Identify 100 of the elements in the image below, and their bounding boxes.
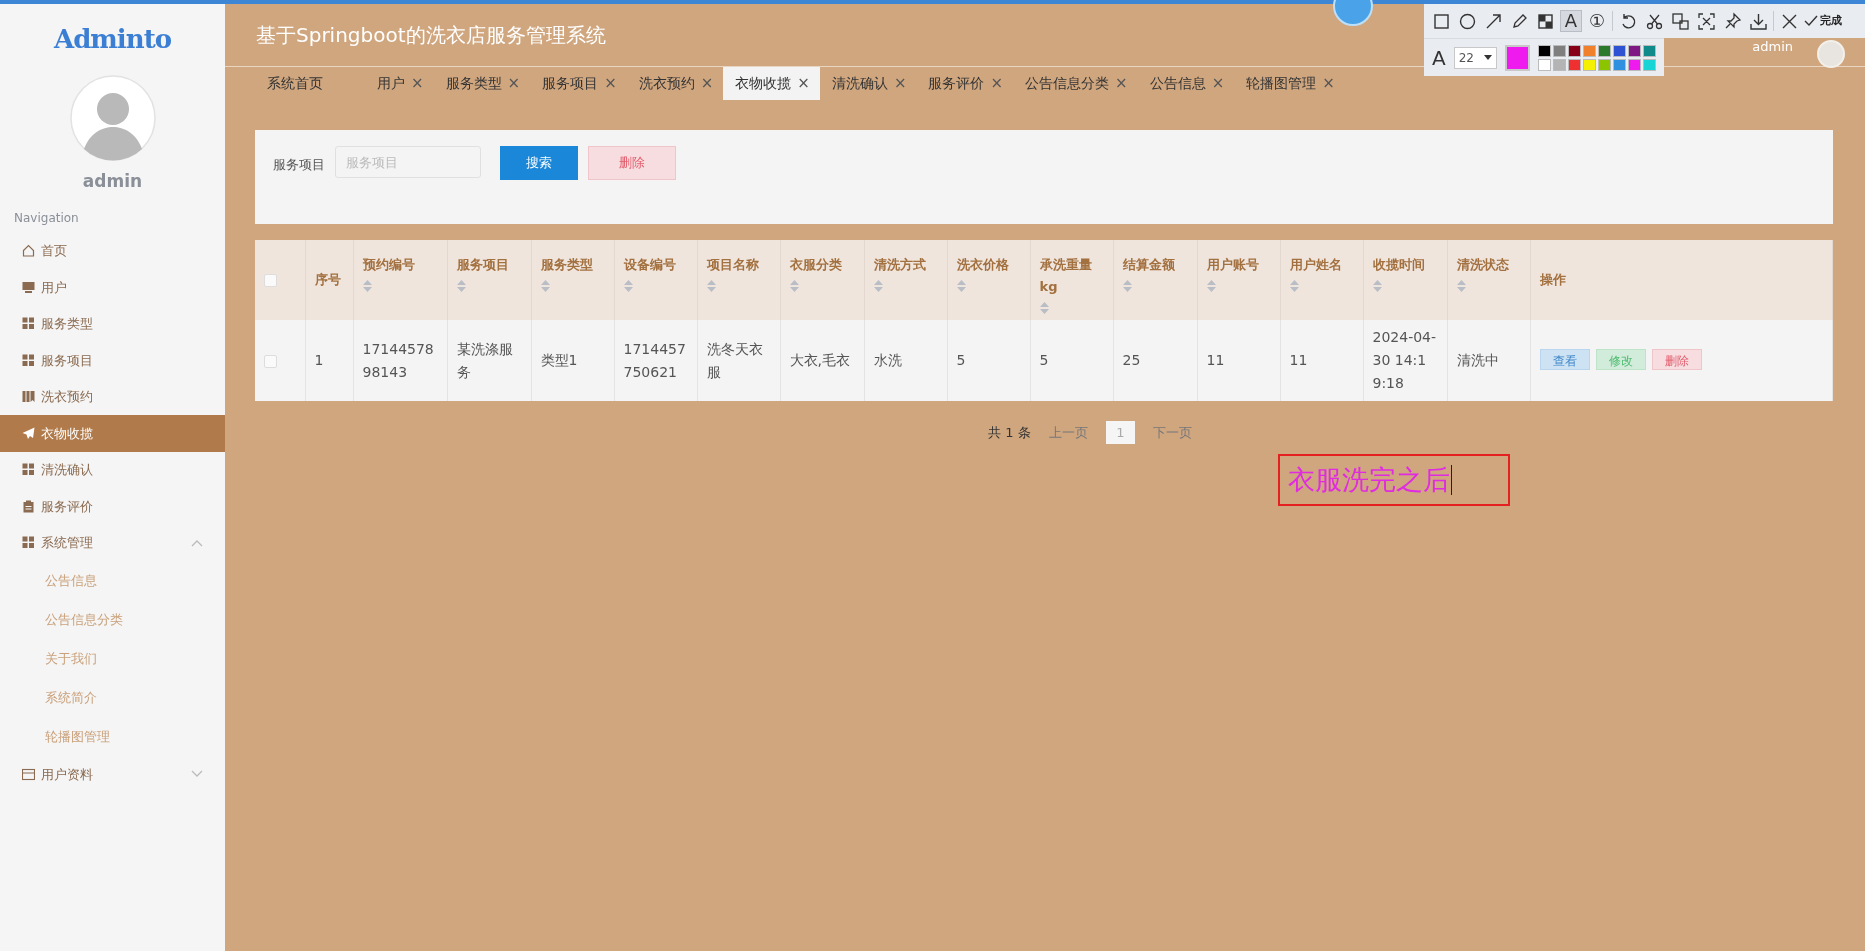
tab[interactable]: 衣物收揽 × — [723, 67, 820, 100]
home-icon — [22, 244, 35, 258]
square-icon — [1431, 11, 1451, 31]
tab[interactable]: 用户 × — [365, 67, 434, 100]
column-header: 衣服分类 — [789, 257, 842, 272]
color-swatch[interactable] — [1628, 44, 1641, 57]
tab[interactable]: 公告信息 × — [1137, 67, 1235, 100]
color-swatch[interactable] — [1628, 58, 1641, 71]
table-cell: 5 — [1039, 352, 1049, 368]
avatar — [1817, 40, 1845, 68]
sidebar-item[interactable]: 系统管理 — [0, 524, 225, 561]
color-swatch[interactable] — [1643, 44, 1656, 57]
close-icon[interactable]: × — [1211, 72, 1225, 95]
sidebar-item[interactable]: 服务类型 — [0, 305, 225, 342]
sidebar-item[interactable]: 服务评价 — [0, 488, 225, 525]
font-size-select[interactable]: 22 — [1453, 46, 1497, 69]
logo-text: Adminto — [54, 24, 171, 54]
number-tool[interactable]: ① — [1586, 10, 1608, 32]
close-icon[interactable]: × — [1322, 72, 1335, 95]
sidebar-item[interactable]: 衣物收揽 — [0, 415, 225, 452]
column-header: 预约编号 — [362, 257, 415, 272]
column-header: 承洗重量kg — [1039, 257, 1092, 294]
color-swatch[interactable] — [1568, 44, 1581, 57]
table-cell: 1 — [314, 352, 324, 368]
tab[interactable]: 公告信息分类 × — [1013, 67, 1138, 100]
font-size-label: A — [1432, 44, 1446, 72]
sidebar-item[interactable]: 洗衣预约 — [0, 378, 225, 415]
close-icon[interactable]: × — [1115, 72, 1128, 95]
tab[interactable]: 服务评价 × — [916, 67, 1014, 100]
monitor-icon — [22, 280, 35, 294]
table-cell: 清洗中 — [1456, 352, 1499, 368]
column-header: 结算金额 — [1122, 257, 1175, 272]
total-count: 共 1 条 — [988, 423, 1031, 442]
search-button[interactable]: 搜索 — [500, 146, 578, 180]
table-cell: 水洗 — [873, 352, 902, 368]
table-cell: 大衣,毛衣 — [789, 352, 850, 368]
close-icon[interactable]: × — [990, 72, 1004, 95]
sidebar-item[interactable]: 清洗确认 — [0, 451, 225, 488]
caret-icon — [1483, 55, 1492, 60]
view-button[interactable]: 查看 — [1539, 349, 1590, 370]
book-icon — [22, 390, 35, 404]
grid-icon — [22, 317, 35, 331]
text-cursor — [1451, 465, 1452, 495]
close-icon[interactable]: × — [507, 72, 521, 95]
sidebar-item[interactable]: 用户资料 — [0, 756, 225, 793]
column-header: 清洗方式 — [873, 257, 926, 272]
done-button[interactable]: 完成 — [1804, 12, 1842, 30]
close-icon[interactable]: × — [797, 72, 810, 95]
delete-button[interactable]: 删除 — [1651, 349, 1702, 370]
close-icon[interactable]: × — [700, 72, 714, 95]
grid-icon — [22, 463, 35, 477]
checkbox[interactable] — [264, 274, 277, 287]
table-cell: 1714457898143 — [362, 340, 434, 380]
color-swatch[interactable] — [1583, 44, 1596, 57]
expand-tool[interactable] — [1695, 10, 1717, 32]
delete-button[interactable]: 删除 — [588, 146, 676, 180]
color-swatch[interactable] — [1553, 58, 1566, 71]
table-cell: 11 — [1289, 352, 1308, 368]
tab[interactable]: 服务类型 × — [433, 67, 531, 100]
color-swatch[interactable] — [1643, 58, 1656, 71]
sidebar-item[interactable]: 首页 — [0, 232, 225, 269]
color-swatch[interactable] — [1613, 58, 1626, 71]
color-swatch[interactable] — [1583, 58, 1596, 71]
table-cell: 5 — [956, 352, 966, 368]
column-header: 序号 — [314, 272, 341, 287]
sidebar-item[interactable]: 用户 — [0, 269, 225, 306]
color-swatch[interactable] — [1568, 58, 1581, 71]
user-name: admin — [1752, 40, 1793, 54]
grid-icon — [22, 353, 35, 367]
close-icon[interactable]: × — [604, 72, 617, 95]
tab[interactable]: 轮播图管理 × — [1234, 67, 1345, 100]
color-swatch[interactable] — [1538, 44, 1551, 57]
color-swatch[interactable] — [1553, 44, 1566, 57]
color-swatch[interactable] — [1598, 58, 1611, 71]
column-header: 收揽时间 — [1372, 257, 1425, 272]
text-tool[interactable]: A — [1560, 10, 1582, 32]
column-header: 服务项目 — [456, 257, 509, 272]
tab[interactable]: 服务项目 × — [530, 67, 627, 100]
table-cell: 类型1 — [540, 352, 578, 368]
close-icon[interactable]: × — [893, 72, 907, 95]
checkbox[interactable] — [264, 354, 277, 368]
paper-plane-icon — [22, 426, 35, 440]
sidebar-item[interactable]: 服务项目 — [0, 342, 225, 379]
column-header: 用户账号 — [1206, 257, 1259, 272]
color-swatch[interactable] — [1613, 44, 1626, 57]
expand-icon — [1696, 11, 1716, 31]
tab[interactable]: 清洗确认 × — [819, 67, 917, 100]
close-icon[interactable]: × — [411, 72, 424, 95]
current-color-swatch[interactable] — [1504, 44, 1530, 71]
color-swatch[interactable] — [1598, 44, 1611, 57]
nav-heading: Navigation — [14, 210, 79, 225]
check-icon — [1804, 15, 1818, 27]
column-header: 洗衣价格 — [956, 257, 1009, 272]
table-cell: 洗冬天衣服 — [706, 340, 763, 380]
tab[interactable]: 洗衣预约 × — [626, 67, 724, 100]
column-header: 项目名称 — [706, 257, 759, 272]
color-swatch[interactable] — [1538, 58, 1551, 71]
table-cell: 2024-04-30 14:19:18 — [1372, 329, 1437, 391]
column-header: 用户姓名 — [1289, 257, 1342, 272]
tab[interactable]: 系统首页 — [255, 67, 365, 100]
